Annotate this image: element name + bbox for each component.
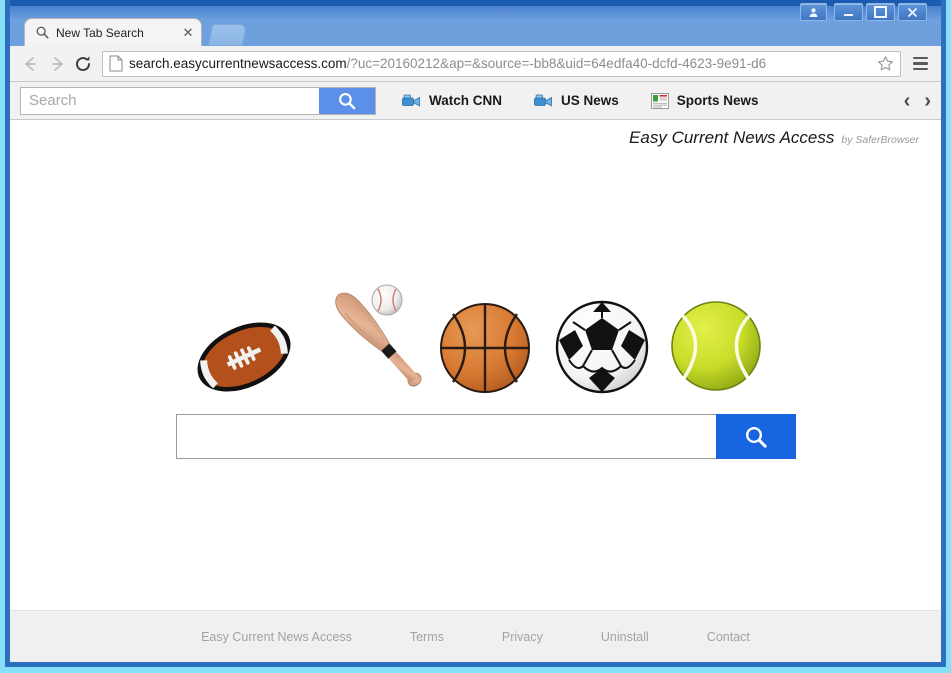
basketball-icon xyxy=(440,303,530,393)
window-inner-border-bottom xyxy=(5,662,946,667)
url-bar[interactable]: search.easycurrentnewsaccess.com/?uc=201… xyxy=(102,50,901,77)
sports-ball-graphics xyxy=(10,270,941,405)
toolbar-link-watch-cnn[interactable]: Watch CNN xyxy=(402,93,502,108)
reload-icon xyxy=(76,55,91,71)
brand-byline: by SaferBrowser xyxy=(841,134,919,146)
bookmark-star-icon[interactable] xyxy=(877,55,894,72)
search-icon xyxy=(36,26,49,39)
window-border-right xyxy=(946,0,951,673)
page-content: Easy Current News Access by SaferBrowser xyxy=(10,120,941,662)
hamburger-menu-button[interactable] xyxy=(907,51,933,77)
window-border-bottom xyxy=(0,667,951,673)
navigation-bar: search.easycurrentnewsaccess.com/?uc=201… xyxy=(10,46,941,82)
hamburger-menu-icon xyxy=(912,56,928,60)
footer-link-uninstall[interactable]: Uninstall xyxy=(601,630,649,644)
brand-name: Easy Current News Access xyxy=(629,128,835,147)
toolbar-search-input[interactable] xyxy=(21,87,319,114)
reload-button[interactable] xyxy=(70,51,96,77)
toolbar-link-label: US News xyxy=(561,93,619,108)
footer-link-privacy[interactable]: Privacy xyxy=(502,630,543,644)
tab-new-tab-search[interactable]: New Tab Search ✕ xyxy=(24,18,202,46)
main-search-button[interactable] xyxy=(716,414,796,459)
toolbar-search-box[interactable] xyxy=(20,86,376,115)
forward-button[interactable] xyxy=(44,51,70,77)
video-camera-icon xyxy=(402,94,420,106)
window-inner-border-right xyxy=(941,0,946,667)
new-tab-button[interactable] xyxy=(207,24,248,46)
minimize-icon xyxy=(844,14,853,16)
url-text: search.easycurrentnewsaccess.com/?uc=201… xyxy=(129,56,873,71)
url-host: search.easycurrentnewsaccess.com xyxy=(129,56,347,71)
baseball-bat-and-ball-icon xyxy=(335,284,422,387)
brand: Easy Current News Access by SaferBrowser xyxy=(629,128,919,148)
browser-window: New Tab Search ✕ search.easycurrentnewsa… xyxy=(0,0,951,673)
football-icon xyxy=(197,322,291,392)
soccer-ball-icon xyxy=(555,300,649,394)
maximize-icon xyxy=(874,6,887,18)
extension-toolbar: Watch CNN US News xyxy=(10,82,941,120)
search-icon xyxy=(745,426,767,448)
toolbar-link-sports-news[interactable]: Sports News xyxy=(650,92,759,109)
tennis-ball-icon xyxy=(671,301,761,391)
toolbar-prev-button[interactable]: ‹ xyxy=(904,91,911,111)
tab-close-icon[interactable]: ✕ xyxy=(181,25,195,40)
page-document-icon xyxy=(109,55,123,72)
video-camera-icon xyxy=(534,94,552,106)
tab-title: New Tab Search xyxy=(56,25,144,40)
tab-strip: New Tab Search ✕ xyxy=(10,18,941,46)
toolbar-link-label: Watch CNN xyxy=(429,93,502,108)
toolbar-nav-arrows: ‹ › xyxy=(904,91,931,111)
back-arrow-icon xyxy=(25,56,36,71)
footer-link-home[interactable]: Easy Current News Access xyxy=(201,630,352,644)
footer-link-contact[interactable]: Contact xyxy=(707,630,750,644)
back-button[interactable] xyxy=(18,51,44,77)
toolbar-link-label: Sports News xyxy=(676,93,759,108)
title-bar xyxy=(10,0,941,21)
forward-arrow-icon xyxy=(52,56,63,71)
search-icon xyxy=(339,92,356,109)
close-icon xyxy=(907,7,918,17)
toolbar-links: Watch CNN US News Sports News xyxy=(402,92,904,109)
toolbar-search-button[interactable] xyxy=(319,87,375,114)
main-search-row xyxy=(176,414,796,459)
toolbar-link-us-news[interactable]: US News xyxy=(534,93,619,108)
toolbar-next-button[interactable]: › xyxy=(924,91,931,111)
page-footer: Easy Current News Access Terms Privacy U… xyxy=(10,610,941,662)
footer-link-terms[interactable]: Terms xyxy=(410,630,444,644)
user-icon xyxy=(809,7,818,17)
newspaper-icon xyxy=(650,92,669,109)
url-query: /?uc=20160212&ap=&source=-bb8&uid=64edfa… xyxy=(346,56,767,71)
main-search-input[interactable] xyxy=(176,414,716,459)
